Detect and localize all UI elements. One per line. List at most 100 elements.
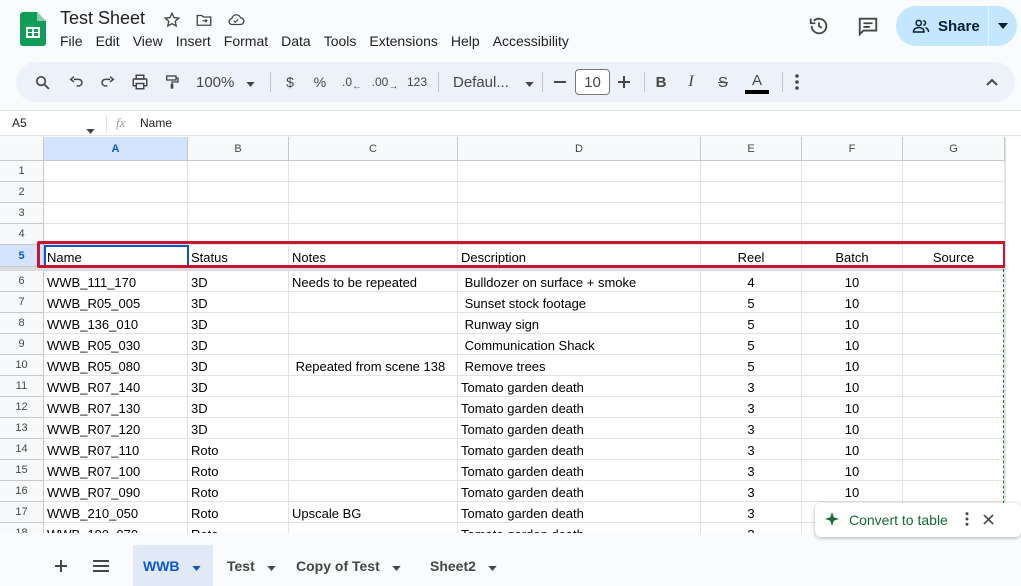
cell-a17[interactable]: WWB_210_050 <box>44 502 188 523</box>
cell-a1[interactable] <box>44 161 188 182</box>
sheet-tab-dropdown-icon[interactable] <box>267 558 276 574</box>
cell-f15[interactable]: 10 <box>802 460 903 481</box>
move-folder-icon[interactable] <box>194 10 214 30</box>
font-size-decrease-button[interactable] <box>550 62 570 102</box>
cell-f7[interactable]: 10 <box>802 292 903 313</box>
cell-d14[interactable]: Tomato garden death <box>458 439 701 460</box>
cloud-saved-icon[interactable] <box>226 10 246 30</box>
strikethrough-button[interactable]: S <box>712 62 734 102</box>
cell-e15[interactable]: 3 <box>701 460 802 481</box>
cell-a11[interactable]: WWB_R07_140 <box>44 376 188 397</box>
cell-d3[interactable] <box>458 203 701 224</box>
collapse-toolbar-icon[interactable] <box>980 62 1004 102</box>
cell-d8[interactable]: Runway sign <box>458 313 701 334</box>
cell-g8[interactable] <box>903 313 1005 334</box>
column-header-c[interactable]: C <box>289 137 458 161</box>
cell-b14[interactable]: Roto <box>188 439 289 460</box>
font-family-select[interactable]: Defaul... <box>448 62 534 102</box>
cell-g11[interactable] <box>903 376 1005 397</box>
cell-d10[interactable]: Remove trees <box>458 355 701 376</box>
row-header-15[interactable]: 15 <box>0 460 44 481</box>
cell-e12[interactable]: 3 <box>701 397 802 418</box>
convert-to-table-chip[interactable]: Convert to table <box>815 503 1021 537</box>
menu-data[interactable]: Data <box>281 33 311 49</box>
share-dropdown-icon[interactable] <box>989 23 1017 29</box>
cell-f9[interactable]: 10 <box>802 334 903 355</box>
cell-e3[interactable] <box>701 203 802 224</box>
cell-f11[interactable]: 10 <box>802 376 903 397</box>
menu-format[interactable]: Format <box>224 33 268 49</box>
cell-b10[interactable]: 3D <box>188 355 289 376</box>
cell-d17[interactable]: Tomato garden death <box>458 502 701 523</box>
row-header-17[interactable]: 17 <box>0 502 44 523</box>
search-menus-icon[interactable] <box>30 62 54 102</box>
row-header-9[interactable]: 9 <box>0 334 44 355</box>
redo-icon[interactable] <box>96 62 120 102</box>
comments-icon[interactable] <box>856 14 880 38</box>
row-header-14[interactable]: 14 <box>0 439 44 460</box>
spreadsheet-grid[interactable]: A B C D E F G 1 2 3 4 5 Name Status Notes Description Re… <box>0 137 1005 533</box>
cell-g13[interactable] <box>903 418 1005 439</box>
more-vert-icon[interactable] <box>965 511 969 529</box>
cell-g7[interactable] <box>903 292 1005 313</box>
currency-format-button[interactable]: $ <box>278 62 302 102</box>
cell-c15[interactable] <box>289 460 458 481</box>
cell-c11[interactable] <box>289 376 458 397</box>
cell-b16[interactable]: Roto <box>188 481 289 502</box>
percent-format-button[interactable]: % <box>308 62 332 102</box>
cell-c18[interactable] <box>289 523 458 533</box>
convert-to-table-label[interactable]: Convert to table <box>849 512 948 528</box>
column-header-b[interactable]: B <box>188 137 289 161</box>
cell-f14[interactable]: 10 <box>802 439 903 460</box>
cell-b11[interactable]: 3D <box>188 376 289 397</box>
menu-view[interactable]: View <box>133 33 163 49</box>
decrease-decimal-button[interactable]: .0 ← <box>338 62 366 102</box>
more-options-icon[interactable] <box>788 62 806 102</box>
column-header-f[interactable]: F <box>802 137 903 161</box>
column-header-e[interactable]: E <box>701 137 802 161</box>
name-box[interactable]: A5 <box>12 116 27 130</box>
cell-d13[interactable]: Tomato garden death <box>458 418 701 439</box>
sheet-tab-sheet2[interactable]: Sheet2 <box>420 545 506 586</box>
column-header-a[interactable]: A <box>44 137 188 161</box>
all-sheets-icon[interactable] <box>90 545 112 586</box>
cell-d7[interactable]: Sunset stock footage <box>458 292 701 313</box>
cell-c9[interactable] <box>289 334 458 355</box>
row-header-18[interactable]: 18 <box>0 523 44 533</box>
document-title[interactable]: Test Sheet <box>60 8 145 29</box>
row-header-8[interactable]: 8 <box>0 313 44 334</box>
cell-a7[interactable]: WWB_R05_005 <box>44 292 188 313</box>
sheet-tab-dropdown-icon[interactable] <box>392 558 401 574</box>
cell-d9[interactable]: Communication Shack <box>458 334 701 355</box>
cell-c17[interactable]: Upscale BG <box>289 502 458 523</box>
cell-f2[interactable] <box>802 182 903 203</box>
row-header-1[interactable]: 1 <box>0 161 44 182</box>
cell-c2[interactable] <box>289 182 458 203</box>
cell-f13[interactable]: 10 <box>802 418 903 439</box>
cell-e10[interactable]: 5 <box>701 355 802 376</box>
font-size-increase-button[interactable] <box>614 62 634 102</box>
cell-b18[interactable]: Roto <box>188 523 289 533</box>
cell-b2[interactable] <box>188 182 289 203</box>
share-button[interactable]: Share <box>896 6 1017 46</box>
cell-g10[interactable] <box>903 355 1005 376</box>
cell-g16[interactable] <box>903 481 1005 502</box>
menu-accessibility[interactable]: Accessibility <box>493 33 569 49</box>
cell-d1[interactable] <box>458 161 701 182</box>
cell-c16[interactable] <box>289 481 458 502</box>
cell-d2[interactable] <box>458 182 701 203</box>
cell-a13[interactable]: WWB_R07_120 <box>44 418 188 439</box>
cell-g3[interactable] <box>903 203 1005 224</box>
row-header-2[interactable]: 2 <box>0 182 44 203</box>
menu-tools[interactable]: Tools <box>324 33 357 49</box>
cell-e6[interactable]: 4 <box>701 271 802 292</box>
version-history-icon[interactable] <box>807 14 831 38</box>
cell-e14[interactable]: 3 <box>701 439 802 460</box>
cell-a6[interactable]: WWB_111_170 <box>44 271 188 292</box>
bold-button[interactable]: B <box>650 62 672 102</box>
cell-a10[interactable]: WWB_R05_080 <box>44 355 188 376</box>
cell-b6[interactable]: 3D <box>188 271 289 292</box>
sheets-logo-icon[interactable] <box>20 12 46 46</box>
cell-a2[interactable] <box>44 182 188 203</box>
cell-c3[interactable] <box>289 203 458 224</box>
